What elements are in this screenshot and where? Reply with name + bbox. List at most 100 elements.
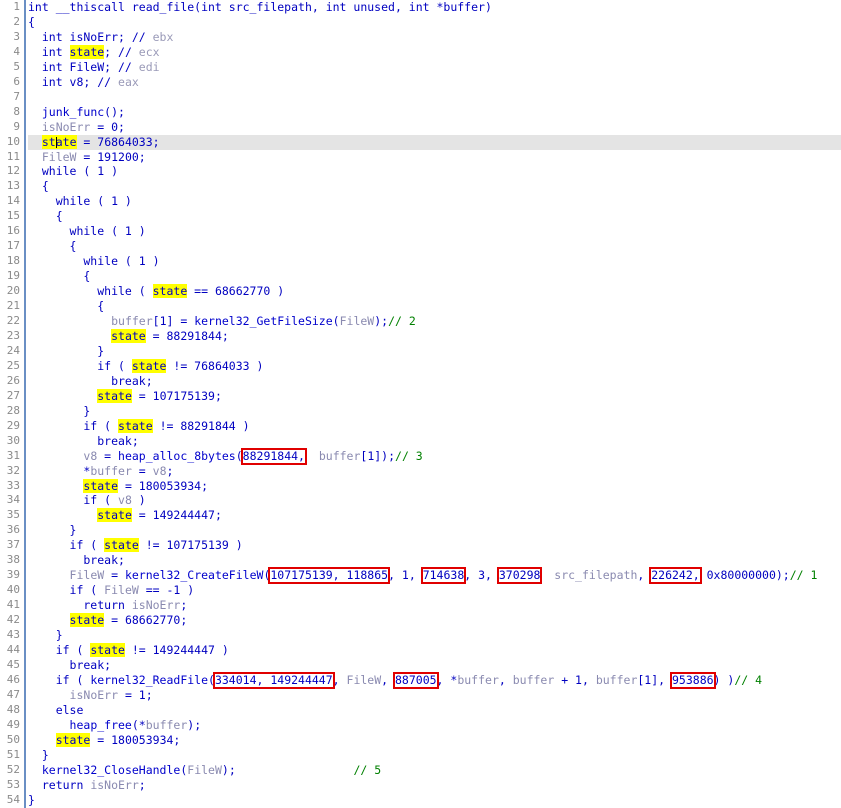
identifier-state-cont[interactable]: ate: [55, 134, 77, 149]
identifier-filew[interactable]: FileW: [70, 568, 105, 582]
code-line-14[interactable]: while ( 1 ): [28, 194, 841, 209]
identifier-filew[interactable]: FileW: [347, 673, 382, 687]
code-line-28[interactable]: }: [28, 404, 841, 419]
code-line-20[interactable]: while ( state == 68662770 ): [28, 284, 841, 299]
identifier-state[interactable]: st: [41, 134, 56, 149]
code-line-41[interactable]: return isNoErr;: [28, 598, 841, 613]
code-line-29[interactable]: if ( state != 88291844 ): [28, 418, 841, 434]
identifier-src-filepath[interactable]: src_filepath: [554, 568, 637, 582]
code-line-18[interactable]: while ( 1 ): [28, 254, 841, 269]
code-line-26[interactable]: break;: [28, 374, 841, 389]
code-line-43[interactable]: }: [28, 628, 841, 643]
call-junk-func[interactable]: junk_func: [42, 105, 104, 119]
identifier-state[interactable]: state: [152, 284, 188, 299]
identifier-state[interactable]: state: [131, 358, 167, 373]
code-line-24[interactable]: }: [28, 344, 841, 359]
identifier-filew[interactable]: FileW: [187, 763, 222, 777]
code-line-54[interactable]: }: [28, 793, 841, 808]
code-line-8[interactable]: junk_func();: [28, 105, 841, 120]
code-line-5[interactable]: int FileW; // edi: [28, 60, 841, 75]
code-line-48[interactable]: else: [28, 703, 841, 718]
identifier-v8[interactable]: v8: [83, 449, 97, 463]
identifier-buffer[interactable]: buffer: [596, 673, 638, 687]
code-line-46[interactable]: if ( kernel32_ReadFile(334014, 149244447…: [28, 671, 841, 689]
code-line-50[interactable]: state = 180053934;: [28, 732, 841, 748]
identifier-v8[interactable]: v8: [153, 464, 167, 478]
code-line-47[interactable]: isNoErr = 1;: [28, 688, 841, 703]
assign-op: =: [104, 568, 125, 583]
identifier-filew[interactable]: FileW: [42, 150, 77, 164]
code-line-2[interactable]: {: [28, 15, 841, 30]
code-line-33[interactable]: state = 180053934;: [28, 478, 841, 494]
call-closehandle[interactable]: kernel32_CloseHandle: [42, 763, 180, 777]
code-line-49[interactable]: heap_free(*buffer);: [28, 718, 841, 733]
identifier-buffer[interactable]: buffer: [146, 718, 188, 732]
identifier-isnoerr[interactable]: isNoErr: [90, 778, 138, 792]
identifier-state[interactable]: state: [69, 613, 105, 628]
identifier-state[interactable]: state: [55, 732, 91, 747]
identifier-state[interactable]: state: [69, 44, 105, 59]
identifier-buffer[interactable]: buffer: [513, 673, 555, 687]
code-line-53[interactable]: return isNoErr;: [28, 778, 841, 793]
call-createfilew[interactable]: kernel32_CreateFileW: [125, 568, 263, 582]
code-line-51[interactable]: }: [28, 748, 841, 763]
code-line-25[interactable]: if ( state != 76864033 ): [28, 358, 841, 374]
code-line-30[interactable]: break;: [28, 434, 841, 449]
call-heap-free[interactable]: heap_free: [70, 718, 132, 732]
code-line-38[interactable]: break;: [28, 553, 841, 568]
code-line-15[interactable]: {: [28, 209, 841, 224]
identifier-state[interactable]: state: [83, 478, 119, 493]
code-line-35[interactable]: state = 149244447;: [28, 508, 841, 523]
identifier-state[interactable]: state: [111, 328, 146, 343]
call-getfilesize[interactable]: kernel32_GetFileSize: [194, 314, 332, 328]
code-line-37[interactable]: if ( state != 107175139 ): [28, 538, 841, 553]
identifier-state[interactable]: state: [118, 418, 153, 433]
code-line-3[interactable]: int isNoErr; // ebx: [28, 30, 841, 45]
code-line-36[interactable]: }: [28, 523, 841, 538]
code-line-34[interactable]: if ( v8 ): [28, 493, 841, 508]
code-line-4[interactable]: int state; // ecx: [28, 44, 841, 60]
code-line-39[interactable]: FileW = kernel32_CreateFileW(107175139, …: [28, 567, 841, 585]
identifier-isnoerr[interactable]: isNoErr: [70, 688, 118, 702]
code-line-42[interactable]: state = 68662770;: [28, 613, 841, 628]
code-line-32[interactable]: *buffer = v8;: [28, 464, 841, 479]
code-line-11[interactable]: FileW = 191200;: [28, 150, 841, 165]
identifier-v8[interactable]: v8: [118, 493, 132, 507]
decompiler-pseudocode-editor[interactable]: 1 2 3 4 5 6 7 8 9 10 11 12 13 14 15 16 17 18 19 20 21 22 23 24 2…: [0, 0, 841, 808]
code-line-23[interactable]: state = 88291844;: [28, 328, 841, 344]
code-line-17[interactable]: {: [28, 239, 841, 254]
code-line-9[interactable]: isNoErr = 0;: [28, 120, 841, 135]
code-line-13[interactable]: {: [28, 179, 841, 194]
code-line-19[interactable]: {: [28, 269, 841, 284]
code-line-45[interactable]: break;: [28, 658, 841, 673]
identifier-isnoerr[interactable]: isNoErr: [132, 598, 180, 612]
code-line-10[interactable]: state = 76864033;: [28, 134, 841, 150]
identifier-state[interactable]: state: [104, 538, 139, 553]
code-line-44[interactable]: if ( state != 149244447 ): [28, 642, 841, 658]
identifier-buffer[interactable]: buffer: [111, 314, 153, 328]
identifier-state[interactable]: state: [97, 388, 132, 403]
code-line-31[interactable]: v8 = heap_alloc_8bytes(88291844, buffer[…: [28, 447, 841, 465]
call-heap-alloc-8bytes[interactable]: heap_alloc_8bytes: [118, 449, 236, 463]
identifier-isnoerr[interactable]: isNoErr: [42, 120, 90, 134]
identifier-buffer[interactable]: buffer: [457, 673, 499, 687]
code-line-21[interactable]: {: [28, 299, 841, 314]
identifier-state[interactable]: state: [90, 642, 125, 657]
code-line-16[interactable]: while ( 1 ): [28, 224, 841, 239]
code-line-27[interactable]: state = 107175139;: [28, 388, 841, 404]
code-line-52[interactable]: kernel32_CloseHandle(FileW); // 5: [28, 763, 841, 778]
identifier-filew[interactable]: FileW: [340, 314, 375, 328]
line-number: 26: [6, 373, 20, 387]
identifier-state[interactable]: state: [97, 508, 132, 523]
identifier-buffer[interactable]: buffer: [319, 449, 361, 463]
code-line-40[interactable]: if ( FileW == -1 ): [28, 583, 841, 598]
code-area[interactable]: int __thiscall read_file(int src_filepat…: [28, 0, 841, 808]
call-readfile[interactable]: kernel32_ReadFile: [90, 673, 208, 687]
identifier-buffer[interactable]: buffer: [90, 464, 132, 478]
code-line-22[interactable]: buffer[1] = kernel32_GetFileSize(FileW);…: [28, 314, 841, 329]
code-line-12[interactable]: while ( 1 ): [28, 164, 841, 179]
code-line-1[interactable]: int __thiscall read_file(int src_filepat…: [28, 0, 841, 15]
identifier-filew[interactable]: FileW: [104, 583, 139, 597]
code-line-7[interactable]: [28, 90, 841, 105]
code-line-6[interactable]: int v8; // eax: [28, 75, 841, 90]
